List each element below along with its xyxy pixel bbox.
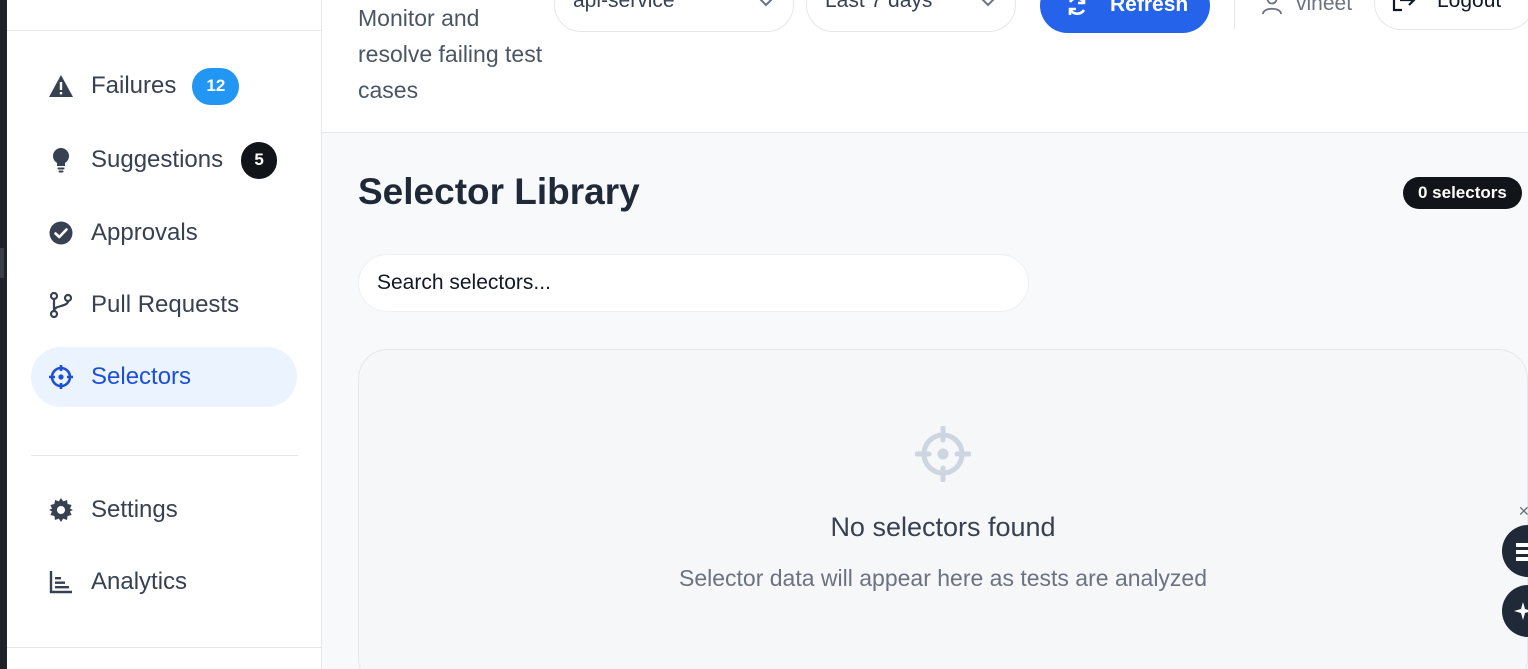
logout-icon: [1392, 0, 1416, 12]
empty-state-card: No selectors found Selector data will ap…: [358, 349, 1528, 669]
refresh-button[interactable]: Refresh: [1040, 0, 1210, 33]
logout-button-label: Logout: [1437, 0, 1502, 12]
date-range-select-value: Last 7 days: [825, 0, 933, 12]
bar-chart-icon: [48, 569, 74, 595]
empty-state-title: No selectors found: [830, 512, 1056, 542]
sidebar-item-label: Analytics: [91, 568, 188, 595]
sidebar-item-approvals[interactable]: Approvals: [31, 203, 297, 263]
check-circle-icon: [48, 220, 74, 246]
sidebar-item-failures[interactable]: Failures 12: [31, 56, 297, 116]
window-edge: [0, 0, 7, 669]
sidebar-item-label: Selectors: [91, 363, 192, 390]
warning-icon: [48, 73, 74, 99]
lightbulb-icon: [48, 147, 74, 173]
sidebar-top-divider: [7, 30, 321, 31]
sidebar-item-label: Pull Requests: [91, 291, 240, 318]
sidebar-item-pull-requests[interactable]: Pull Requests: [31, 275, 297, 335]
sidebar-item-suggestions[interactable]: Suggestions 5: [31, 130, 297, 190]
git-branch-icon: [48, 292, 74, 318]
window-edge-handle: [0, 248, 4, 278]
service-select-value: api-service: [573, 0, 675, 12]
refresh-icon: [1068, 0, 1086, 15]
top-header: Monitor and resolve failing test cases a…: [322, 0, 1528, 133]
sidebar: Failures 12 Suggestions 5 Approvals Pull…: [7, 0, 322, 669]
service-select[interactable]: api-service: [554, 0, 794, 32]
failures-count-badge: 12: [192, 67, 240, 105]
crosshair-icon: [48, 364, 74, 390]
page-subtitle: Monitor and resolve failing test cases: [358, 5, 543, 103]
sparkle-icon: [1514, 602, 1528, 620]
sidebar-item-label: Suggestions: [91, 146, 224, 173]
quote-icon: [1516, 543, 1528, 561]
sidebar-item-label: Settings: [91, 496, 178, 523]
sidebar-item-label: Failures: [91, 72, 177, 99]
page-title: Selector Library: [358, 171, 640, 212]
sidebar-bottom-divider: [7, 647, 321, 648]
sidebar-item-label: Approvals: [91, 219, 198, 246]
date-range-select[interactable]: Last 7 days: [806, 0, 1016, 32]
gear-icon: [48, 497, 74, 523]
crosshair-icon: [915, 426, 971, 482]
search-input[interactable]: [358, 254, 1029, 312]
user-icon: [1262, 0, 1282, 15]
chevron-down-icon: [981, 0, 995, 7]
user-menu[interactable]: vineet: [1260, 0, 1352, 16]
refresh-button-label: Refresh: [1110, 0, 1189, 16]
close-icon[interactable]: ✕: [1518, 503, 1528, 520]
sidebar-divider: [31, 455, 298, 456]
header-divider: [1234, 0, 1235, 30]
sidebar-item-analytics[interactable]: Analytics: [31, 552, 297, 612]
sidebar-item-selectors[interactable]: Selectors: [31, 347, 297, 407]
logout-button[interactable]: Logout: [1374, 0, 1528, 30]
user-name: vineet: [1296, 0, 1353, 15]
suggestions-count-badge: 5: [241, 141, 278, 179]
empty-state-description: Selector data will appear here as tests …: [678, 565, 1208, 591]
chevron-down-icon: [759, 0, 773, 7]
sidebar-item-settings[interactable]: Settings: [31, 480, 297, 540]
selector-count-badge: 0 selectors: [1403, 177, 1522, 209]
